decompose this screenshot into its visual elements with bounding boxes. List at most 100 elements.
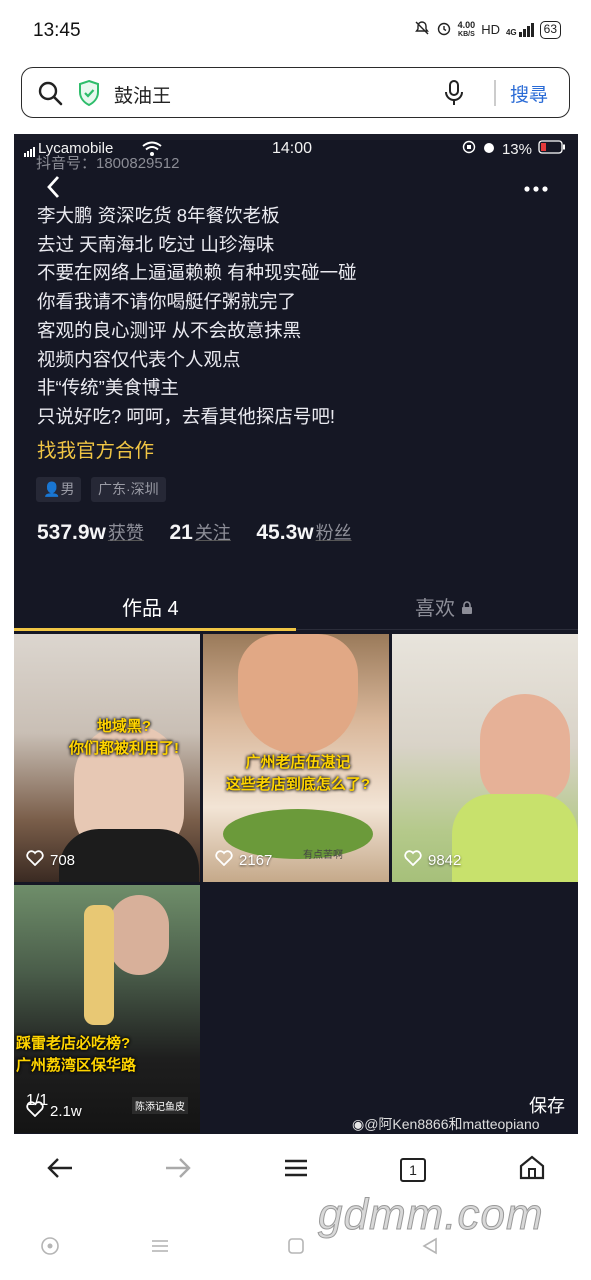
likes-count: 537.9w (37, 521, 106, 544)
tabs-button[interactable]: 1 (400, 1158, 426, 1182)
search-bar[interactable]: 鼓油王 搜尋 (21, 67, 570, 118)
battery-low-icon (538, 140, 566, 158)
more-icon[interactable] (524, 174, 548, 200)
home-icon[interactable] (512, 1154, 552, 1188)
cooperation-link[interactable]: 找我官方合作 (37, 434, 154, 463)
mute-icon (414, 20, 430, 39)
overlay-line: 你们都被利用了! (69, 740, 179, 757)
tab-liked-label: 喜欢 (415, 598, 455, 620)
heart-icon (26, 850, 44, 870)
menu-icon[interactable] (276, 1154, 316, 1188)
inner-time: 14:00 (272, 140, 313, 157)
weibo-icon: ◉ (352, 1116, 365, 1132)
video-likes: 9842 (404, 850, 461, 870)
net-speed-unit: KB/S (458, 30, 475, 38)
tab-underline (14, 628, 296, 631)
back-triangle-icon[interactable] (420, 1236, 440, 1262)
profile-stats: 537.9w 获赞 21 关注 45.3w 粉丝 (37, 519, 372, 545)
status-bar: 13:45 4.00 KB/S HD 4G 63 (0, 0, 591, 62)
system-nav-bar (0, 1228, 591, 1278)
profile-bio: 李大鹏 资深吃货 8年餐饮老板 去过 天南海北 吃过 山珍海味 不要在网络上逼逼… (37, 202, 557, 432)
search-input[interactable]: 鼓油王 (114, 81, 171, 108)
clothing-shape (59, 829, 199, 882)
image-pager: 1/1 (26, 1092, 49, 1109)
bio-line: 视频内容仅代表个人观点 (37, 348, 241, 370)
battery-indicator: 63 (539, 20, 561, 39)
video-overlay-text: 踩雷老店必吃榜? 广州荔湾区保华路 (14, 1033, 200, 1077)
likes-count: 2167 (239, 851, 273, 869)
overlay-line: 地域黑? (96, 718, 152, 735)
overlay-line: 广州老店伍湛记 (245, 754, 351, 771)
likes-count: 2.1w (50, 1102, 82, 1120)
net-speed: 4.00 KB/S (457, 19, 476, 39)
inner-status-right: 13% (462, 140, 566, 158)
gender-tag: 👤男 (36, 477, 82, 502)
video-caption: 有点苦啊 (303, 850, 343, 861)
orientation-lock-icon (462, 140, 476, 158)
search-button[interactable]: 搜尋 (510, 80, 548, 107)
shield-check-icon (77, 79, 101, 112)
tab-works[interactable]: 作品 4 (122, 592, 179, 621)
bio-line: 非“传统”美食博主 (37, 377, 179, 399)
clothing-shape (452, 794, 578, 882)
forward-icon[interactable] (158, 1154, 198, 1188)
following-label[interactable]: 关注 (195, 523, 231, 543)
location-tag: 广东·深圳 (91, 477, 166, 502)
video-overlay-text: 广州老店伍湛记 这些老店到底怎么了? (213, 752, 383, 796)
overlay-line: 广州荔湾区保华路 (16, 1057, 137, 1074)
signal-icon: 4G (505, 22, 534, 37)
overlay-line: 这些老店到底怎么了? (225, 776, 371, 793)
video-thumbnail[interactable]: 9842 (392, 634, 578, 882)
likes-count: 9842 (428, 851, 462, 869)
mic-icon[interactable] (442, 79, 466, 112)
weibo-credit: ◉@阿Ken8866和matteopiano (352, 1114, 540, 1134)
heart-icon (215, 850, 233, 870)
person-figure (480, 694, 570, 804)
signal-icon (24, 144, 36, 161)
video-likes: 2167 (215, 850, 272, 870)
bio-line: 不要在网络上逼逼赖赖 有种现实碰一碰 (37, 262, 357, 284)
assistant-icon[interactable] (40, 1236, 60, 1262)
recents-icon[interactable] (150, 1236, 170, 1262)
followers-count: 45.3w (256, 521, 314, 544)
heart-icon (404, 850, 422, 870)
overlay-line: 踩雷老店必吃榜? (16, 1035, 131, 1052)
net-speed-value: 4.00 (457, 19, 476, 30)
video-likes: 708 (26, 850, 75, 870)
noodle-shape (84, 905, 114, 1025)
inner-battery-percent: 13% (501, 140, 532, 158)
bio-line: 客观的良心测评 从不会故意抹黑 (37, 319, 302, 341)
search-divider (494, 80, 496, 106)
hd-label: HD (481, 22, 500, 37)
back-icon[interactable] (40, 1154, 80, 1188)
douyin-profile-screenshot: Lycamobile 14:00 13% 抖音号：1800829512 李大鹏 … (14, 134, 578, 1134)
person-figure (238, 634, 358, 754)
network-type: 4G (505, 27, 517, 37)
video-thumbnail[interactable]: 广州老店伍湛记 这些老店到底怎么了? 有点苦啊 2167 (203, 634, 389, 882)
alarm-icon (482, 140, 496, 158)
person-icon: 👤 (43, 481, 61, 497)
page-root: 13:45 4.00 KB/S HD 4G 63 鼓油王 搜尋 Lycamobi… (0, 0, 591, 1280)
video-caption: 陈添记鱼皮 (132, 1097, 188, 1114)
likes-label[interactable]: 获赞 (108, 523, 144, 543)
likes-count: 708 (50, 851, 76, 869)
bio-line: 李大鹏 资深吃货 8年餐饮老板 (37, 205, 280, 226)
weibo-credit-text: @阿Ken8866和matteopiano (364, 1116, 540, 1132)
tab-liked[interactable]: 喜欢 (415, 592, 473, 621)
alarm-icon (436, 20, 452, 39)
gender-label: 男 (60, 481, 75, 497)
search-icon[interactable] (37, 80, 63, 111)
video-overlay-text: 地域黑? 你们都被利用了! (54, 716, 194, 760)
person-figure (109, 895, 169, 975)
tab-divider (296, 629, 578, 630)
douyin-id: 抖音号：1800829512 (36, 155, 180, 172)
bio-line: 你看我请不请你喝艇仔粥就完了 (37, 291, 297, 313)
status-time: 13:45 (33, 20, 81, 41)
following-count: 21 (169, 521, 193, 544)
video-thumbnail[interactable]: 地域黑? 你们都被利用了! 708 (14, 634, 200, 882)
followers-label[interactable]: 粉丝 (316, 523, 352, 543)
lock-icon (461, 598, 473, 620)
status-icons: 4.00 KB/S HD 4G 63 (414, 20, 561, 39)
home-button-icon[interactable] (286, 1236, 306, 1262)
bio-line: 去过 天南海北 吃过 山珍海味 (37, 233, 275, 255)
